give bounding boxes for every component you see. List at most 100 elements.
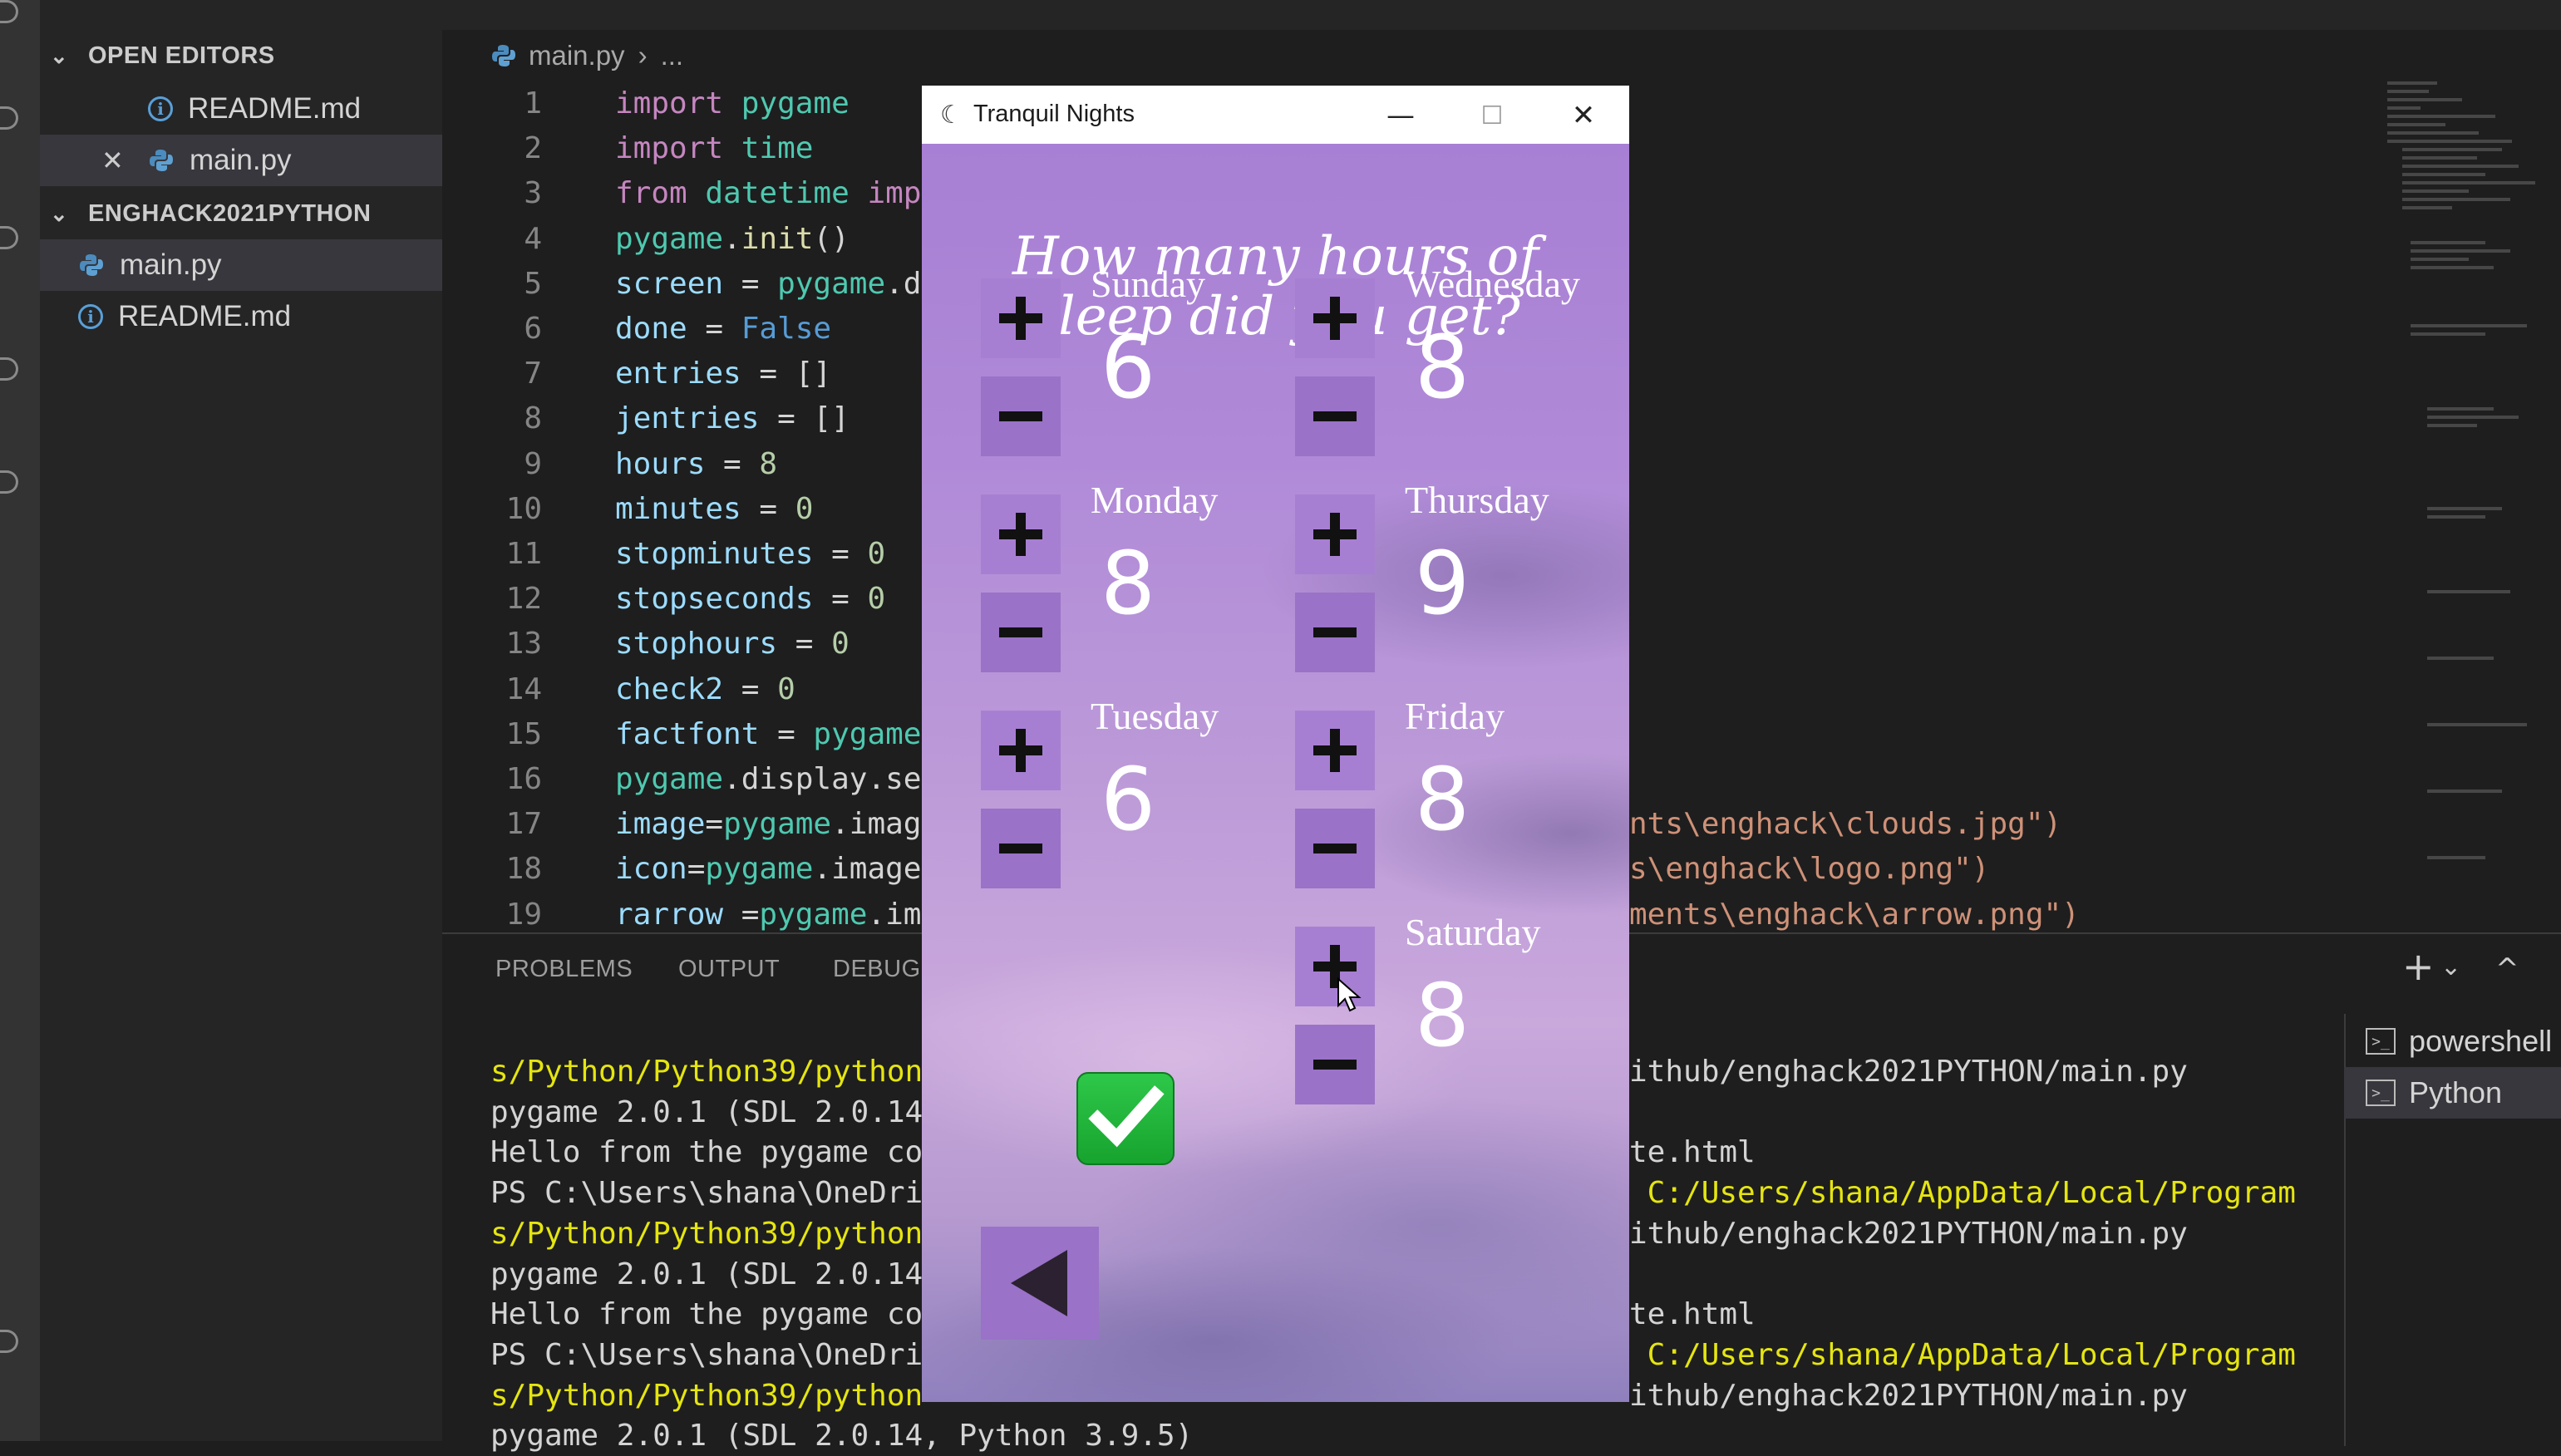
terminal-line: te.html bbox=[1629, 1297, 1756, 1332]
decrement-sunday-button[interactable] bbox=[981, 376, 1061, 456]
maximize-button[interactable]: ☐ bbox=[1446, 92, 1538, 139]
increment-friday-button[interactable] bbox=[1295, 711, 1375, 790]
code-line[interactable]: 2 import time bbox=[442, 126, 813, 171]
code-line[interactable]: 16 pygame.display.se bbox=[442, 757, 922, 802]
explorer-icon[interactable] bbox=[0, 0, 18, 23]
code-token: factfont bbox=[615, 716, 760, 751]
increment-wednesday-button[interactable] bbox=[1295, 278, 1375, 358]
chevron-down-icon: ⌄ bbox=[50, 42, 69, 68]
code-token: = [] bbox=[741, 357, 832, 391]
moon-icon: ☾ bbox=[940, 101, 963, 130]
friday-label: Friday bbox=[1405, 695, 1505, 737]
tab-output[interactable]: OUTPUT bbox=[678, 956, 780, 983]
close-icon[interactable]: ✕ bbox=[101, 145, 148, 176]
open-editors-header[interactable]: ⌄ OPEN EDITORS bbox=[40, 30, 442, 81]
line-number: 13 bbox=[505, 627, 542, 662]
breadcrumb-file[interactable]: main.py bbox=[529, 40, 625, 71]
wednesday-hours-value: 8 bbox=[1415, 317, 1470, 418]
minimap[interactable] bbox=[2377, 75, 2560, 922]
terminal-line: te.html bbox=[1629, 1135, 1756, 1170]
code-line[interactable]: 12 stopseconds = 0 bbox=[442, 577, 886, 622]
code-token: pygame bbox=[615, 762, 724, 796]
terminal-item-python[interactable]: >_ Python bbox=[2344, 1067, 2561, 1119]
project-header[interactable]: ⌄ ENGHACK2021PYTHON bbox=[40, 188, 442, 239]
code-line[interactable]: 14 check2 = 0 bbox=[442, 667, 795, 712]
code-token: import bbox=[615, 131, 741, 166]
chevron-down-icon: ⌄ bbox=[50, 200, 69, 226]
line-number: 5 bbox=[524, 266, 542, 301]
code-line[interactable]: 18 icon=pygame.image bbox=[442, 847, 922, 892]
open-editor-readme[interactable]: i README.md bbox=[40, 83, 442, 135]
plus-icon bbox=[1016, 729, 1026, 772]
code-token: = bbox=[705, 807, 724, 842]
code-line[interactable]: 3 from datetime impo bbox=[442, 171, 939, 216]
submit-button[interactable] bbox=[1076, 1072, 1175, 1165]
code-token: image bbox=[615, 807, 706, 842]
line-number: 12 bbox=[505, 582, 542, 617]
run-debug-icon[interactable] bbox=[0, 357, 18, 381]
decrement-tuesday-button[interactable] bbox=[981, 809, 1061, 888]
back-button[interactable] bbox=[981, 1227, 1099, 1340]
terminal-item-powershell[interactable]: >_ powershell bbox=[2344, 1016, 2561, 1067]
tab-problems[interactable]: PROBLEMS bbox=[495, 956, 633, 983]
decrement-monday-button[interactable] bbox=[981, 593, 1061, 672]
source-control-icon[interactable] bbox=[0, 226, 18, 249]
minus-icon bbox=[999, 627, 1042, 637]
code-line[interactable]: 10 minutes = 0 bbox=[442, 487, 814, 532]
code-token: s\enghack\logo.png") bbox=[1629, 852, 1990, 887]
plus-icon bbox=[1330, 513, 1340, 556]
terminal-line: ithub/enghack2021PYTHON/main.py bbox=[1629, 1055, 2188, 1089]
code-line[interactable]: 4 pygame.init() bbox=[442, 217, 849, 262]
code-line[interactable]: 13 stophours = 0 bbox=[442, 622, 850, 667]
code-line[interactable]: 19 rarrow =pygame.ima bbox=[442, 893, 940, 937]
file-main-py[interactable]: main.py bbox=[40, 239, 442, 291]
terminal-line: ithub/enghack2021PYTHON/main.py bbox=[1629, 1378, 2188, 1413]
terminal-line: s/Python/Python39/python bbox=[490, 1216, 923, 1251]
code-line[interactable]: 17 image=pygame.image bbox=[442, 802, 940, 847]
code-line[interactable]: 6 done = False bbox=[442, 307, 831, 352]
app-title: Tranquil Nights bbox=[973, 101, 1135, 127]
mouse-cursor bbox=[1337, 977, 1362, 1012]
line-number: 10 bbox=[505, 491, 542, 526]
extensions-icon[interactable] bbox=[0, 470, 18, 494]
maximize-panel-button[interactable]: ^ bbox=[2495, 952, 2519, 986]
line-number: 1 bbox=[524, 86, 542, 121]
open-editor-main-py[interactable]: ✕ main.py bbox=[40, 135, 442, 186]
code-token: . bbox=[723, 221, 741, 256]
code-line[interactable]: 5 screen = pygame.di bbox=[442, 262, 939, 307]
code-line[interactable]: 11 stopminutes = 0 bbox=[442, 532, 886, 577]
breadcrumb-rest[interactable]: ... bbox=[661, 40, 684, 71]
code-token: screen bbox=[615, 266, 724, 301]
decrement-thursday-button[interactable] bbox=[1295, 593, 1375, 672]
minimize-button[interactable]: — bbox=[1355, 92, 1446, 139]
code-line[interactable]: 1 import pygame bbox=[442, 81, 849, 126]
decrement-saturday-button[interactable] bbox=[1295, 1025, 1375, 1104]
breadcrumb[interactable]: main.py › ... bbox=[490, 35, 683, 76]
close-button[interactable]: ✕ bbox=[1538, 92, 1629, 139]
code-token: hours bbox=[615, 446, 706, 481]
code-line[interactable]: 7 entries = [] bbox=[442, 352, 831, 396]
increment-saturday-button[interactable] bbox=[1295, 927, 1375, 1006]
plus-icon bbox=[1016, 513, 1026, 556]
search-icon[interactable] bbox=[0, 106, 18, 130]
chevron-down-icon[interactable]: ⌄ bbox=[2440, 952, 2461, 981]
decrement-friday-button[interactable] bbox=[1295, 809, 1375, 888]
code-line[interactable]: 8 jentries = [] bbox=[442, 396, 849, 441]
tranquil-nights-window: ☾ Tranquil Nights — ☐ ✕ How many hours o… bbox=[922, 86, 1629, 1402]
decrement-wednesday-button[interactable] bbox=[1295, 376, 1375, 456]
accounts-icon[interactable] bbox=[0, 1330, 18, 1353]
increment-thursday-button[interactable] bbox=[1295, 494, 1375, 574]
increment-tuesday-button[interactable] bbox=[981, 711, 1061, 790]
add-terminal-button[interactable]: + bbox=[2402, 944, 2435, 989]
app-titlebar[interactable]: ☾ Tranquil Nights — ☐ ✕ bbox=[922, 86, 1629, 144]
python-icon bbox=[492, 45, 515, 66]
tab-debug[interactable]: DEBUG bbox=[833, 956, 921, 983]
code-line[interactable]: 9 hours = 8 bbox=[442, 442, 777, 487]
code-token: 8 bbox=[759, 446, 778, 481]
file-readme[interactable]: i README.md bbox=[40, 291, 442, 342]
code-line[interactable]: 15 factfont = pygame bbox=[442, 712, 922, 757]
increment-monday-button[interactable] bbox=[981, 494, 1061, 574]
increment-sunday-button[interactable] bbox=[981, 278, 1061, 358]
line-number: 7 bbox=[524, 357, 542, 391]
code-token: stopminutes bbox=[615, 537, 814, 571]
